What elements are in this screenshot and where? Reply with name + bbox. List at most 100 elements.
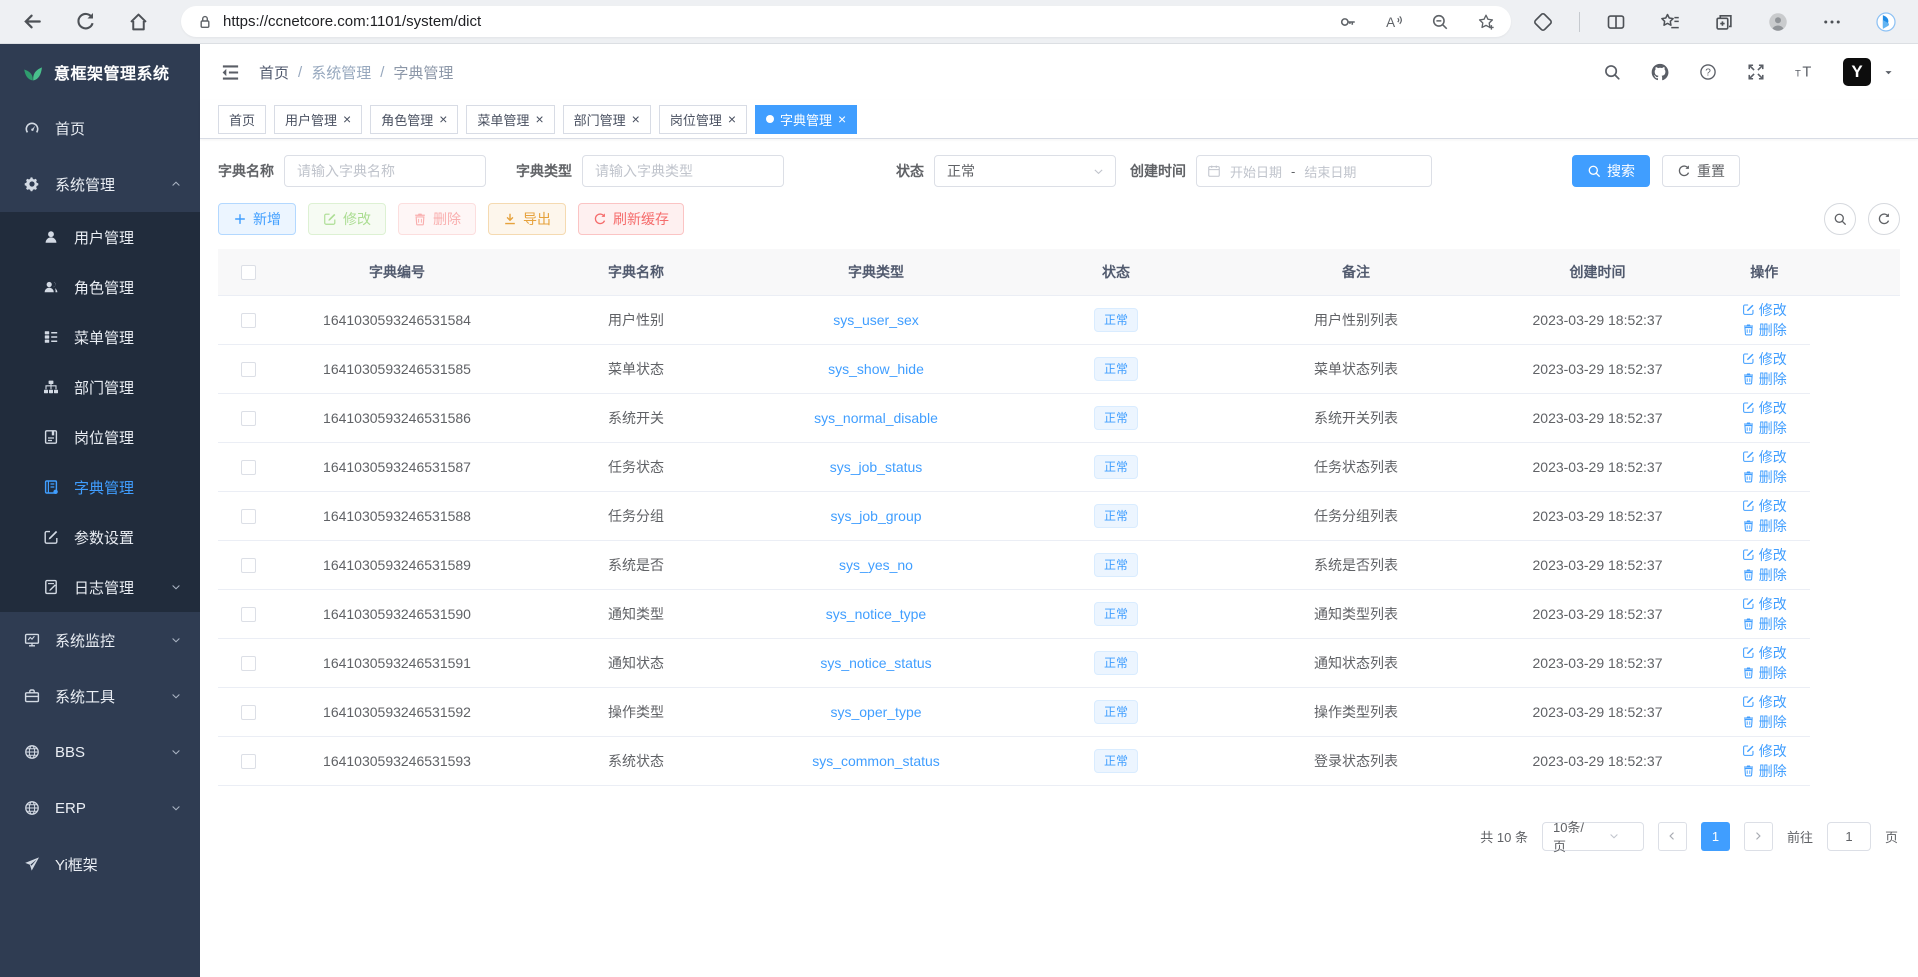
refresh-cache-button[interactable]: 刷新缓存 (578, 203, 684, 235)
sidebar-item-user[interactable]: 用户管理 (0, 212, 200, 262)
dict-type-input[interactable] (582, 155, 784, 187)
edit-row-button[interactable]: 修改 (1742, 741, 1787, 761)
sidebar-toggle-icon[interactable] (220, 62, 241, 83)
tab-role[interactable]: 角色管理× (370, 105, 458, 134)
edit-row-button[interactable]: 修改 (1742, 398, 1787, 418)
tab-dict[interactable]: 字典管理× (755, 105, 857, 134)
tab-home[interactable]: 首页 (218, 105, 266, 134)
sidebar-item-bbs[interactable]: BBS (0, 724, 200, 780)
delete-row-button[interactable]: 删除 (1742, 663, 1787, 683)
prev-page-button[interactable] (1658, 822, 1687, 851)
edit-row-button[interactable]: 修改 (1742, 692, 1787, 712)
sidebar-item-dept[interactable]: 部门管理 (0, 362, 200, 412)
delete-row-button[interactable]: 删除 (1742, 516, 1787, 536)
favorites-icon[interactable] (1660, 12, 1680, 32)
dict-type-link[interactable]: sys_yes_no (839, 557, 913, 573)
dict-type-link[interactable]: sys_common_status (812, 753, 940, 769)
toggle-search-button[interactable] (1824, 203, 1856, 235)
dict-name-input[interactable] (284, 155, 486, 187)
edit-row-button[interactable]: 修改 (1742, 447, 1787, 467)
close-tab-icon[interactable]: × (439, 111, 447, 127)
dict-type-link[interactable]: sys_job_group (830, 508, 921, 524)
dict-type-link[interactable]: sys_show_hide (828, 361, 924, 377)
current-page-button[interactable]: 1 (1701, 822, 1730, 851)
browser-reload-icon[interactable] (75, 11, 96, 32)
delete-row-button[interactable]: 删除 (1742, 418, 1787, 438)
sidebar-item-menu[interactable]: 菜单管理 (0, 312, 200, 362)
select-all-checkbox[interactable] (241, 265, 256, 280)
row-checkbox[interactable] (241, 705, 256, 720)
dict-type-link[interactable]: sys_normal_disable (814, 410, 938, 426)
sidebar-item-tools[interactable]: 系统工具 (0, 668, 200, 724)
dict-type-link[interactable]: sys_oper_type (830, 704, 921, 720)
date-range-picker[interactable]: 开始日期 - 结束日期 (1196, 155, 1432, 187)
delete-row-button[interactable]: 删除 (1742, 614, 1787, 634)
close-tab-icon[interactable]: × (632, 111, 640, 127)
add-favorite-icon[interactable] (1477, 13, 1495, 31)
goto-page-input[interactable] (1827, 822, 1871, 851)
browser-profile-avatar[interactable] (1768, 12, 1788, 32)
row-checkbox[interactable] (241, 607, 256, 622)
edit-row-button[interactable]: 修改 (1742, 545, 1787, 565)
delete-row-button[interactable]: 删除 (1742, 320, 1787, 340)
row-checkbox[interactable] (241, 313, 256, 328)
edit-row-button[interactable]: 修改 (1742, 496, 1787, 516)
reset-button[interactable]: 重置 (1662, 155, 1740, 187)
row-checkbox[interactable] (241, 656, 256, 671)
edit-row-button[interactable]: 修改 (1742, 300, 1787, 320)
sidebar-item-monitor[interactable]: 系统监控 (0, 612, 200, 668)
github-icon[interactable] (1651, 63, 1669, 81)
page-size-select[interactable]: 10条/页 (1542, 822, 1644, 851)
tab-menu[interactable]: 菜单管理× (466, 105, 554, 134)
search-button[interactable]: 搜索 (1572, 155, 1650, 187)
export-button[interactable]: 导出 (488, 203, 566, 235)
text-size-icon[interactable]: TT (1795, 63, 1813, 81)
user-menu-caret-icon[interactable] (1883, 67, 1894, 78)
help-icon[interactable]: ? (1699, 63, 1717, 81)
next-page-button[interactable] (1744, 822, 1773, 851)
delete-row-button[interactable]: 删除 (1742, 761, 1787, 781)
dict-type-link[interactable]: sys_notice_status (820, 655, 931, 671)
header-search-icon[interactable] (1603, 63, 1621, 81)
refresh-table-button[interactable] (1868, 203, 1900, 235)
copilot-icon[interactable] (1876, 12, 1896, 32)
close-tab-icon[interactable]: × (838, 111, 846, 127)
close-tab-icon[interactable]: × (728, 111, 736, 127)
edit-row-button[interactable]: 修改 (1742, 643, 1787, 663)
delete-row-button[interactable]: 删除 (1742, 565, 1787, 585)
app-logo[interactable]: 意框架管理系统 (0, 44, 200, 100)
edit-row-button[interactable]: 修改 (1742, 594, 1787, 614)
collections-icon[interactable] (1714, 12, 1734, 32)
breadcrumb-system[interactable]: 系统管理 (311, 62, 371, 83)
row-checkbox[interactable] (241, 362, 256, 377)
row-checkbox[interactable] (241, 509, 256, 524)
sidebar-item-role[interactable]: 角色管理 (0, 262, 200, 312)
sidebar-item-log[interactable]: 日志管理 (0, 562, 200, 612)
breadcrumb-home[interactable]: 首页 (259, 62, 289, 83)
sidebar-item-dict[interactable]: 字典管理 (0, 462, 200, 512)
tab-user[interactable]: 用户管理× (274, 105, 362, 134)
delete-button[interactable]: 删除 (398, 203, 476, 235)
close-tab-icon[interactable]: × (343, 111, 351, 127)
sidebar-item-post[interactable]: 岗位管理 (0, 412, 200, 462)
sidebar-item-yi[interactable]: Yi框架 (0, 836, 200, 892)
url-text[interactable]: https://ccnetcore.com:1101/system/dict (223, 13, 1311, 30)
row-checkbox[interactable] (241, 754, 256, 769)
password-icon[interactable] (1339, 13, 1357, 31)
fullscreen-icon[interactable] (1747, 63, 1765, 81)
tab-post[interactable]: 岗位管理× (659, 105, 747, 134)
row-checkbox[interactable] (241, 558, 256, 573)
sidebar-item-config[interactable]: 参数设置 (0, 512, 200, 562)
browser-home-icon[interactable] (128, 11, 149, 32)
dict-type-link[interactable]: sys_job_status (830, 459, 923, 475)
address-bar[interactable]: https://ccnetcore.com:1101/system/dict A (181, 6, 1511, 37)
tab-dept[interactable]: 部门管理× (563, 105, 651, 134)
delete-row-button[interactable]: 删除 (1742, 712, 1787, 732)
status-select[interactable]: 正常 (934, 155, 1116, 187)
user-avatar[interactable]: Y (1843, 58, 1871, 86)
close-tab-icon[interactable]: × (535, 111, 543, 127)
row-checkbox[interactable] (241, 411, 256, 426)
zoom-out-icon[interactable] (1431, 13, 1449, 31)
edit-row-button[interactable]: 修改 (1742, 349, 1787, 369)
delete-row-button[interactable]: 删除 (1742, 369, 1787, 389)
